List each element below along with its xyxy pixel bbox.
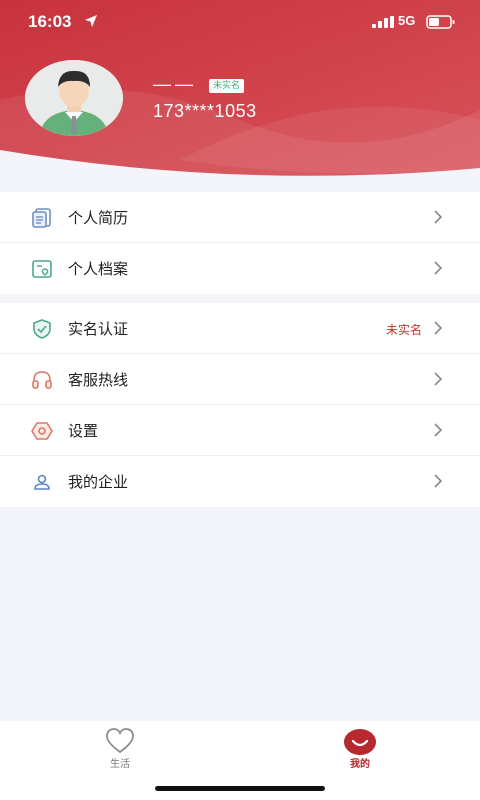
menu-item-verification[interactable]: 实名认证 未实名 <box>0 303 480 354</box>
chevron-right-icon <box>434 210 443 224</box>
chevron-right-icon <box>434 372 443 386</box>
tab-life[interactable]: 生活 <box>60 721 180 781</box>
menu-item-my-company[interactable]: 我的企业 <box>0 456 480 507</box>
menu-item-settings[interactable]: 设置 <box>0 405 480 456</box>
status-bar: 16:03 5G <box>0 0 480 46</box>
network-label: 5G <box>398 13 416 28</box>
archive-icon <box>32 260 52 278</box>
menu-item-resume[interactable]: 个人简历 <box>0 192 480 243</box>
tab-label: 生活 <box>110 759 130 770</box>
smile-icon <box>344 729 376 755</box>
chevron-right-icon <box>434 423 443 437</box>
chevron-right-icon <box>434 261 443 275</box>
menu-item-label: 实名认证 <box>68 320 129 338</box>
resume-icon <box>32 208 51 228</box>
menu-item-label: 设置 <box>68 422 99 440</box>
status-time: 16:03 <box>28 12 72 31</box>
menu-item-hotline[interactable]: 客服热线 <box>0 354 480 405</box>
avatar[interactable] <box>25 60 123 136</box>
verification-badge: 未实名 <box>209 79 245 93</box>
chevron-right-icon <box>434 321 443 335</box>
user-name: —— <box>153 74 197 94</box>
menu-group-1: 个人简历 个人档案 <box>0 192 480 294</box>
heart-icon <box>106 728 134 754</box>
chevron-right-icon <box>434 474 443 488</box>
verification-status: 未实名 <box>385 323 422 337</box>
tab-label: 我的 <box>350 759 370 770</box>
menu-item-label: 个人档案 <box>68 260 129 278</box>
menu-item-label: 个人简历 <box>68 209 129 227</box>
home-indicator <box>155 786 325 791</box>
gear-icon <box>31 422 53 440</box>
battery-icon <box>426 15 455 29</box>
menu-item-label: 我的企业 <box>68 473 129 491</box>
avatar-person-icon <box>25 60 123 136</box>
user-phone: 173****1053 <box>153 101 257 121</box>
location-arrow-icon <box>85 15 97 27</box>
shield-icon <box>33 319 51 339</box>
headset-icon <box>32 371 52 389</box>
menu-item-label: 客服热线 <box>68 371 129 389</box>
tab-mine[interactable]: 我的 <box>300 721 420 781</box>
profile-header: 16:03 5G —— 未实名 173****1053 <box>0 0 480 180</box>
user-icon <box>34 474 50 490</box>
menu-item-archive[interactable]: 个人档案 <box>0 243 480 294</box>
signal-icon <box>372 16 394 28</box>
menu-group-2: 实名认证 未实名 客服热线 设置 我的企业 <box>0 303 480 507</box>
